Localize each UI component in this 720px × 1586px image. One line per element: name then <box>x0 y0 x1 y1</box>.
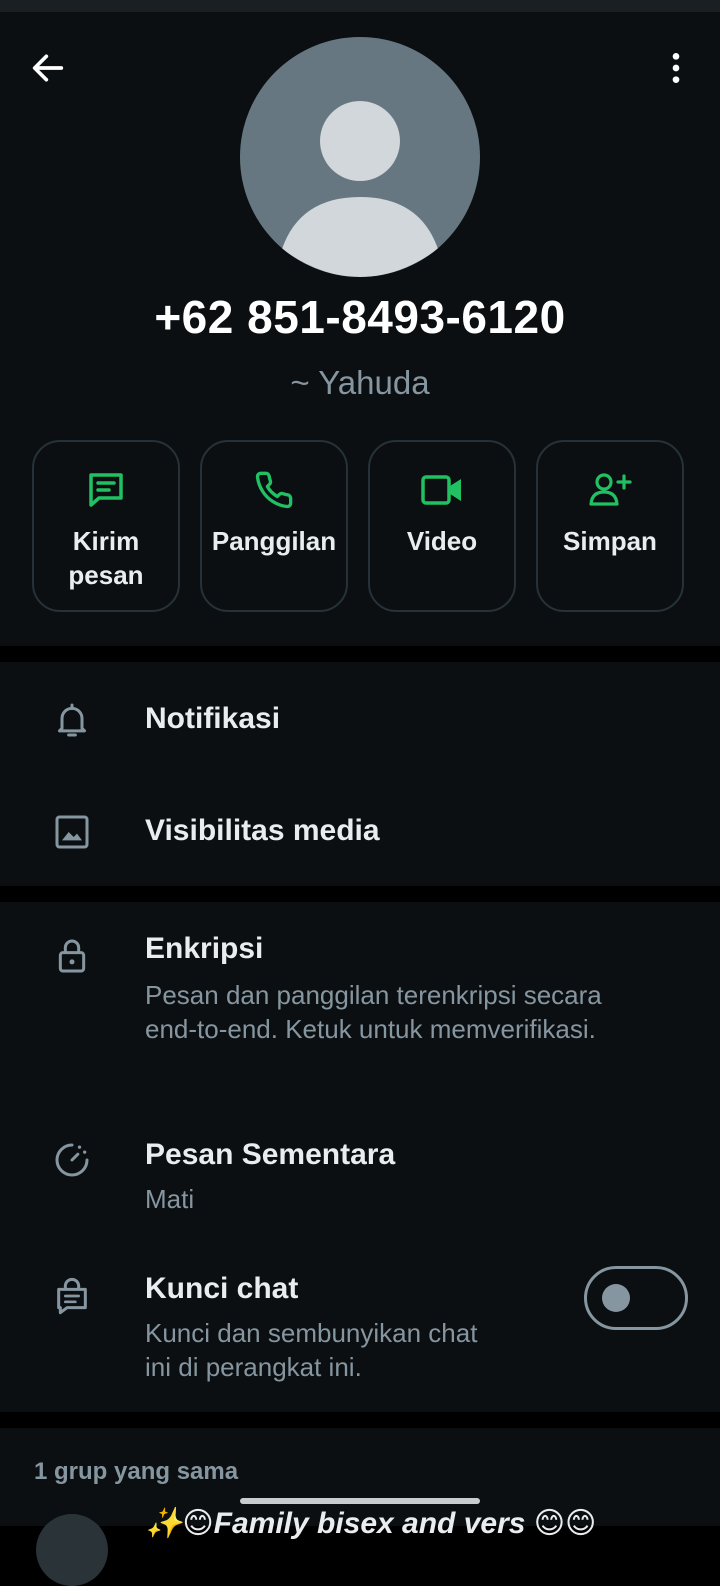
chat-lock-icon <box>57 1277 87 1315</box>
chat-lock-toggle[interactable] <box>584 1266 688 1330</box>
save-contact-button[interactable]: Simpan <box>536 440 684 612</box>
voice-call-label: Panggilan <box>211 526 337 556</box>
send-message-button[interactable]: Kirim pesan <box>32 440 180 612</box>
encryption-title: Enkripsi <box>145 932 264 965</box>
message-icon <box>89 473 123 507</box>
toggle-knob <box>602 1284 630 1312</box>
arrow-left-icon <box>32 54 64 82</box>
chat-lock-title: Kunci chat <box>145 1272 299 1305</box>
disappearing-messages-row[interactable]: Pesan Sementara Mati <box>0 1126 720 1226</box>
phone-icon <box>255 471 293 509</box>
notifications-row[interactable]: Notifikasi <box>0 676 720 764</box>
group-name[interactable]: ✨😊Family bisex and vers 😊😊 <box>145 1506 596 1541</box>
image-icon <box>55 815 89 849</box>
media-visibility-title: Visibilitas media <box>145 814 380 847</box>
status-bar <box>0 0 720 12</box>
disappearing-messages-status: Mati <box>145 1184 195 1214</box>
video-call-button[interactable]: Video <box>368 440 516 612</box>
media-visibility-row[interactable]: Visibilitas media <box>0 788 720 876</box>
more-options-button[interactable] <box>646 38 706 98</box>
save-contact-label: Simpan <box>563 526 657 556</box>
add-contact-icon <box>589 473 632 506</box>
home-indicator <box>240 1498 480 1504</box>
back-button[interactable] <box>18 38 78 98</box>
bell-icon <box>58 703 86 737</box>
video-call-label: Video <box>406 526 478 556</box>
person-icon <box>282 101 438 277</box>
encryption-row[interactable]: Enkripsi Pesan dan panggilan terenkripsi… <box>0 920 720 1090</box>
common-groups-header: 1 grup yang sama <box>34 1458 239 1485</box>
contact-pushname: ~ Yahuda <box>290 364 430 401</box>
lock-icon <box>58 939 86 973</box>
timer-icon <box>55 1143 89 1177</box>
encryption-subtitle: Pesan dan panggilan terenkripsi secara e… <box>145 980 602 1044</box>
voice-call-button[interactable]: Panggilan <box>200 440 348 612</box>
disappearing-messages-title: Pesan Sementara <box>145 1138 396 1171</box>
notifications-title: Notifikasi <box>145 702 281 735</box>
chat-lock-subtitle: Kunci dan sembunyikan chat ini di perang… <box>145 1318 478 1382</box>
more-vertical-icon <box>672 53 680 83</box>
send-message-label: Kirim pesan <box>68 526 144 590</box>
contact-avatar[interactable] <box>240 37 480 277</box>
group-avatar[interactable] <box>36 1514 108 1586</box>
video-icon <box>421 475 461 505</box>
contact-phone-number: +62 851-8493-6120 <box>154 291 566 343</box>
